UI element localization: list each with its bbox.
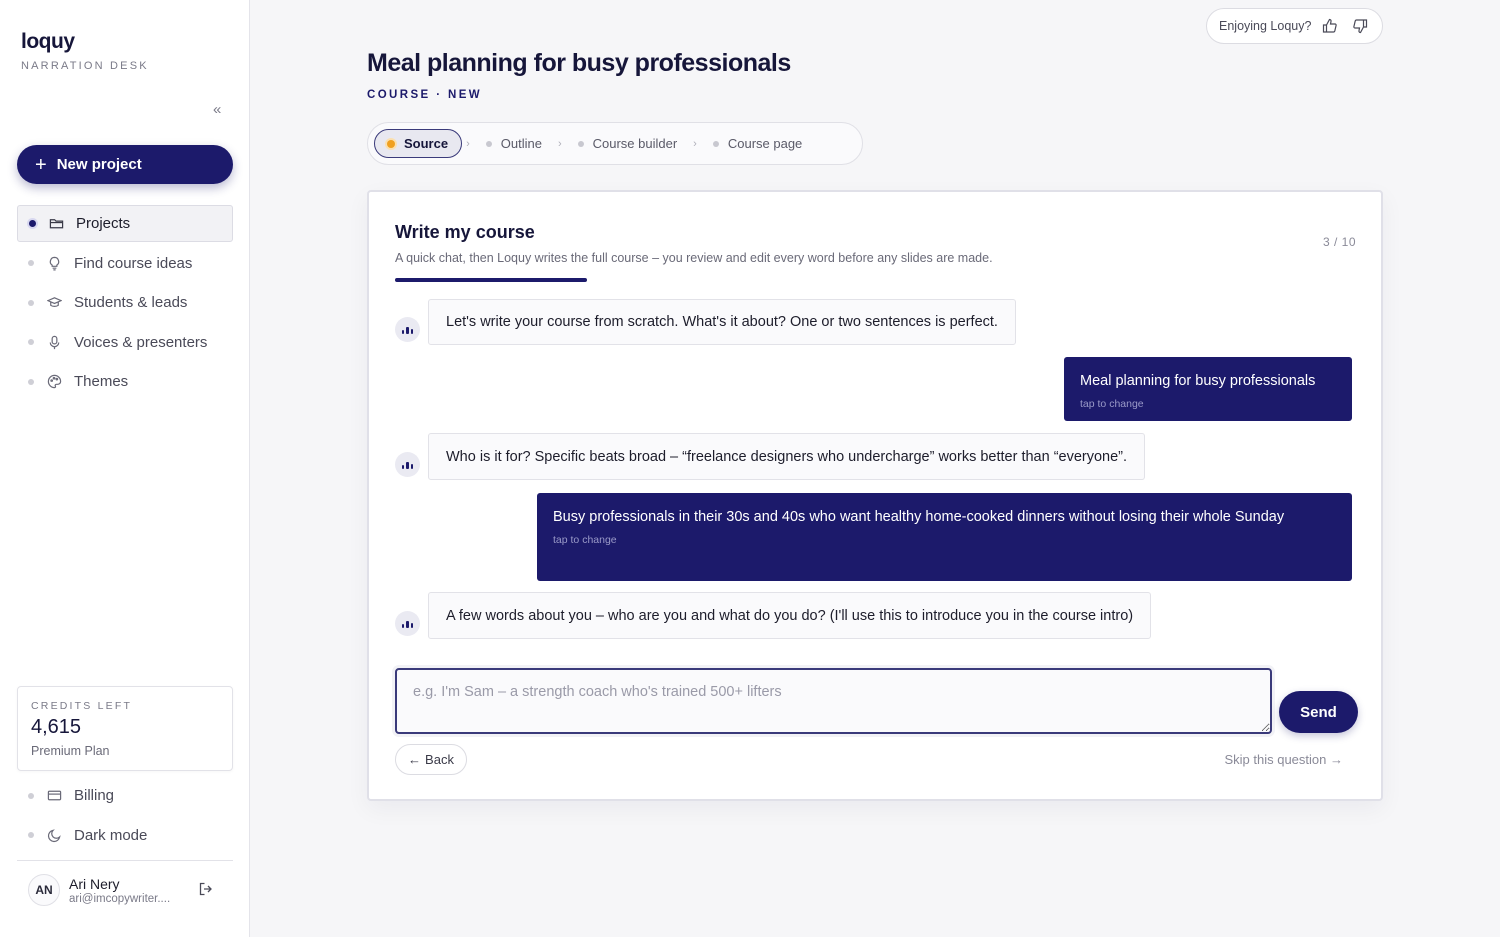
avatar: AN — [28, 874, 60, 906]
bot-message: Who is it for? Specific beats broad – “f… — [428, 433, 1146, 480]
question-counter: 3 / 10 — [1322, 235, 1356, 249]
sidebar-bottom-nav: Billing Dark mode — [17, 777, 233, 856]
bot-avatar-icon — [395, 317, 420, 342]
step-dot — [485, 140, 492, 147]
step-label: Outline — [500, 136, 542, 151]
sidebar-item-label: Themes — [74, 373, 129, 391]
step-dot — [712, 140, 719, 147]
sidebar-item-label: Billing — [74, 787, 115, 804]
folder-icon — [48, 216, 64, 232]
send-button[interactable]: Send — [1279, 691, 1358, 733]
feedback-label: Enjoying Loquy? — [1219, 19, 1312, 33]
collapse-sidebar-icon[interactable]: « — [213, 101, 221, 118]
bullet-dot — [28, 832, 34, 839]
sidebar-item-find-course-ideas[interactable]: Find course ideas — [17, 245, 233, 282]
new-project-button[interactable]: + New project — [17, 145, 233, 184]
bot-message: Let's write your course from scratch. Wh… — [428, 299, 1016, 345]
step-dot — [387, 139, 395, 148]
page-title: Meal planning for busy professionals — [367, 49, 791, 77]
app-logo: loquy — [21, 30, 75, 53]
answer-input[interactable] — [395, 668, 1272, 734]
user-message[interactable]: Busy professionals in their 30s and 40s … — [537, 493, 1352, 581]
tap-to-change-hint: tap to change — [1080, 398, 1144, 410]
bullet-dot — [28, 260, 34, 267]
step-label: Course builder — [592, 136, 678, 151]
logout-icon[interactable] — [198, 881, 214, 902]
step-outline[interactable]: Outline — [474, 129, 554, 158]
bot-avatar-icon — [395, 611, 420, 636]
new-project-label: New project — [56, 156, 142, 173]
thumbs-up-icon[interactable] — [1319, 15, 1341, 37]
credits-label: CREDITS LEFT — [31, 700, 133, 712]
sidebar-item-dark-mode[interactable]: Dark mode — [17, 817, 233, 854]
chevron-right-icon: › — [466, 137, 470, 150]
progress-stepper: Source › Outline › Course builder › Cour… — [367, 122, 863, 165]
active-dot — [29, 220, 36, 227]
plus-icon: + — [35, 153, 47, 176]
user-info: Ari Nery ari@imcopywriter.... — [69, 876, 179, 905]
step-dot — [577, 140, 584, 147]
card-description: A quick chat, then Loquy writes the full… — [395, 251, 993, 265]
bullet-dot — [28, 339, 34, 346]
progress-bar — [395, 278, 587, 282]
tap-to-change-hint: tap to change — [553, 534, 617, 546]
sidebar-item-label: Students & leads — [74, 294, 188, 312]
credits-value: 4,615 — [31, 716, 82, 738]
sidebar-item-label: Dark mode — [74, 826, 148, 844]
bot-message: A few words about you – who are you and … — [428, 592, 1152, 639]
lightbulb-icon — [46, 255, 62, 271]
step-course-builder[interactable]: Course builder — [566, 129, 690, 158]
user-message-text: Busy professionals in their 30s and 40s … — [553, 509, 1285, 525]
step-label: Course page — [727, 136, 803, 151]
chevron-right-icon: › — [557, 137, 562, 150]
sidebar-item-label: Projects — [76, 215, 131, 232]
back-button[interactable]: ← Back — [395, 744, 467, 775]
divider — [17, 860, 233, 861]
sidebar-item-projects[interactable]: Projects — [17, 205, 233, 242]
card-title: Write my course — [395, 222, 535, 242]
user-name: Ari Nery — [69, 875, 120, 892]
page-subtitle: COURSE · NEW — [367, 89, 483, 101]
user-message[interactable]: Meal planning for busy professionals tap… — [1064, 357, 1352, 421]
sidebar: loquy NARRATION DESK « + New project Pro… — [0, 0, 250, 937]
arrow-left-icon: ← — [408, 752, 422, 767]
skip-question-link[interactable]: Skip this question → — [1224, 752, 1343, 767]
thumbs-down-icon[interactable] — [1349, 15, 1371, 37]
credits-card: CREDITS LEFT 4,615 Premium Plan — [17, 686, 233, 771]
user-profile: AN Ari Nery ari@imcopywriter.... — [28, 873, 218, 907]
bot-avatar-icon — [395, 452, 420, 477]
back-label: Back — [425, 752, 454, 767]
step-course-page[interactable]: Course page — [701, 129, 814, 158]
graduation-cap-icon — [46, 295, 62, 311]
user-email: ari@imcopywriter.... — [69, 892, 171, 905]
step-label: Source — [404, 136, 449, 151]
step-source[interactable]: Source — [374, 129, 463, 158]
sidebar-item-themes[interactable]: Themes — [17, 363, 233, 400]
app-subtitle: NARRATION DESK — [21, 60, 149, 72]
credit-card-icon — [46, 788, 62, 804]
user-message-text: Meal planning for busy professionals — [1080, 373, 1316, 389]
bullet-dot — [28, 299, 34, 306]
write-course-card: Write my course A quick chat, then Loquy… — [367, 190, 1383, 801]
sidebar-item-label: Voices & presenters — [74, 333, 208, 351]
bullet-dot — [28, 792, 34, 799]
bullet-dot — [28, 378, 34, 385]
moon-icon — [46, 827, 62, 843]
palette-icon — [46, 374, 62, 390]
sidebar-item-students-leads[interactable]: Students & leads — [17, 284, 233, 321]
microphone-icon — [46, 334, 62, 350]
sidebar-nav: Projects Find course ideas Students & le… — [17, 205, 233, 403]
sidebar-item-billing[interactable]: Billing — [17, 777, 233, 814]
feedback-pill: Enjoying Loquy? — [1206, 8, 1383, 44]
sidebar-item-voices-presenters[interactable]: Voices & presenters — [17, 324, 233, 361]
sidebar-item-label: Find course ideas — [74, 254, 193, 272]
plan-name: Premium Plan — [31, 744, 110, 758]
chevron-right-icon: › — [693, 137, 697, 150]
